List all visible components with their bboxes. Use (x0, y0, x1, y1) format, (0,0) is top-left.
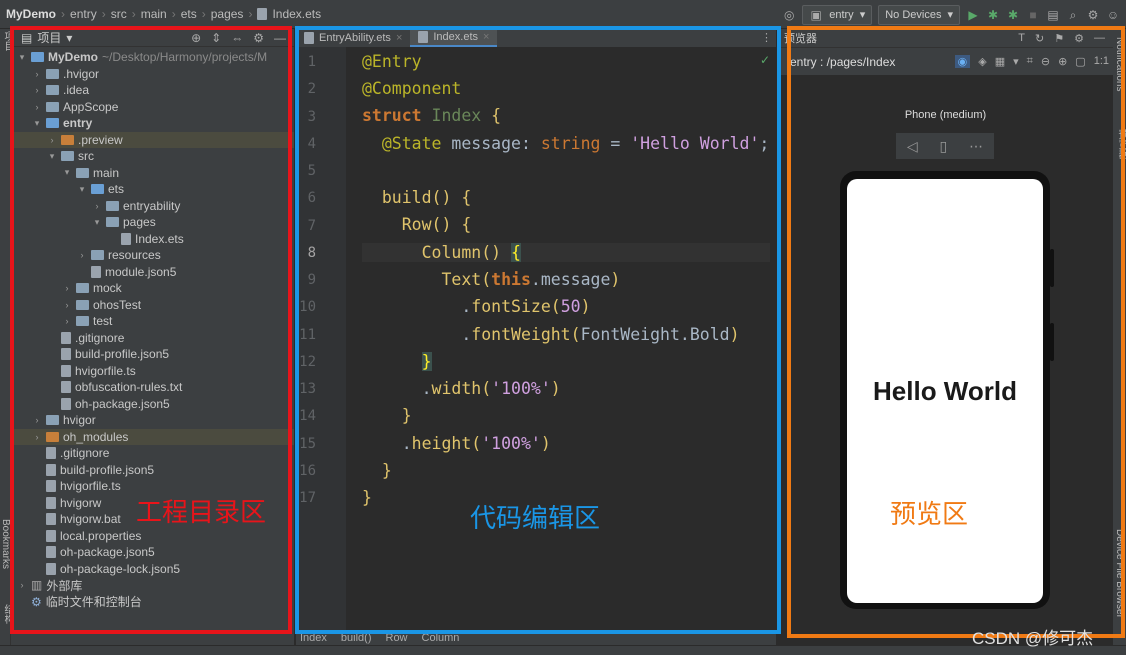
title-bar: MyDemo › entry › src › main › ets › pages › In… (0, 0, 1126, 29)
crumb-src[interactable]: src (111, 7, 127, 21)
module-icon: ▣ (810, 7, 822, 22)
navigation-breadcrumb: MyDemo › entry › src › main › ets › pages › In… (6, 7, 322, 21)
crumb-ets[interactable]: ets (181, 7, 197, 21)
run-config-select[interactable]: ▣ entry ▾ (802, 4, 873, 25)
attach-debugger-icon[interactable]: ✱ (1006, 8, 1020, 22)
chevron-down-icon: ▾ (859, 9, 866, 21)
editor-zone-box (295, 26, 781, 634)
crumb-entry[interactable]: entry (70, 7, 97, 21)
gear-icon[interactable]: ⚙ (1086, 8, 1100, 22)
debug-icon[interactable]: ✱ (986, 8, 1000, 22)
chevron-down-icon: ▾ (947, 9, 953, 21)
preview-zone-label: 预览区 (890, 500, 969, 530)
device-select[interactable]: No Devices ▾ (878, 4, 960, 25)
watermark: CSDN @修可杰 (972, 629, 1094, 648)
device-label: No Devices (885, 8, 942, 21)
project-structure-icon[interactable]: ▤ (1046, 8, 1060, 22)
run-icon[interactable]: ▶ (966, 8, 980, 22)
crumb-main[interactable]: main (141, 7, 167, 21)
crumb-file[interactable]: Index.ets (272, 7, 321, 21)
account-icon[interactable]: ☺ (1106, 8, 1120, 22)
file-icon (257, 8, 268, 20)
stop-icon[interactable]: ■ (1026, 8, 1040, 22)
search-icon[interactable]: ⌕ (1066, 8, 1080, 22)
project-zone-box (10, 26, 292, 634)
target-icon[interactable]: ◎ (782, 8, 796, 22)
crumb-project[interactable]: MyDemo (6, 7, 56, 21)
status-bar (0, 645, 1126, 655)
crumb-pages[interactable]: pages (211, 7, 244, 21)
preview-zone-box (787, 26, 1125, 638)
run-config-label: entry (829, 8, 854, 21)
project-zone-label: 工程目录区 (136, 498, 267, 528)
editor-zone-label: 代码编辑区 (470, 504, 601, 534)
